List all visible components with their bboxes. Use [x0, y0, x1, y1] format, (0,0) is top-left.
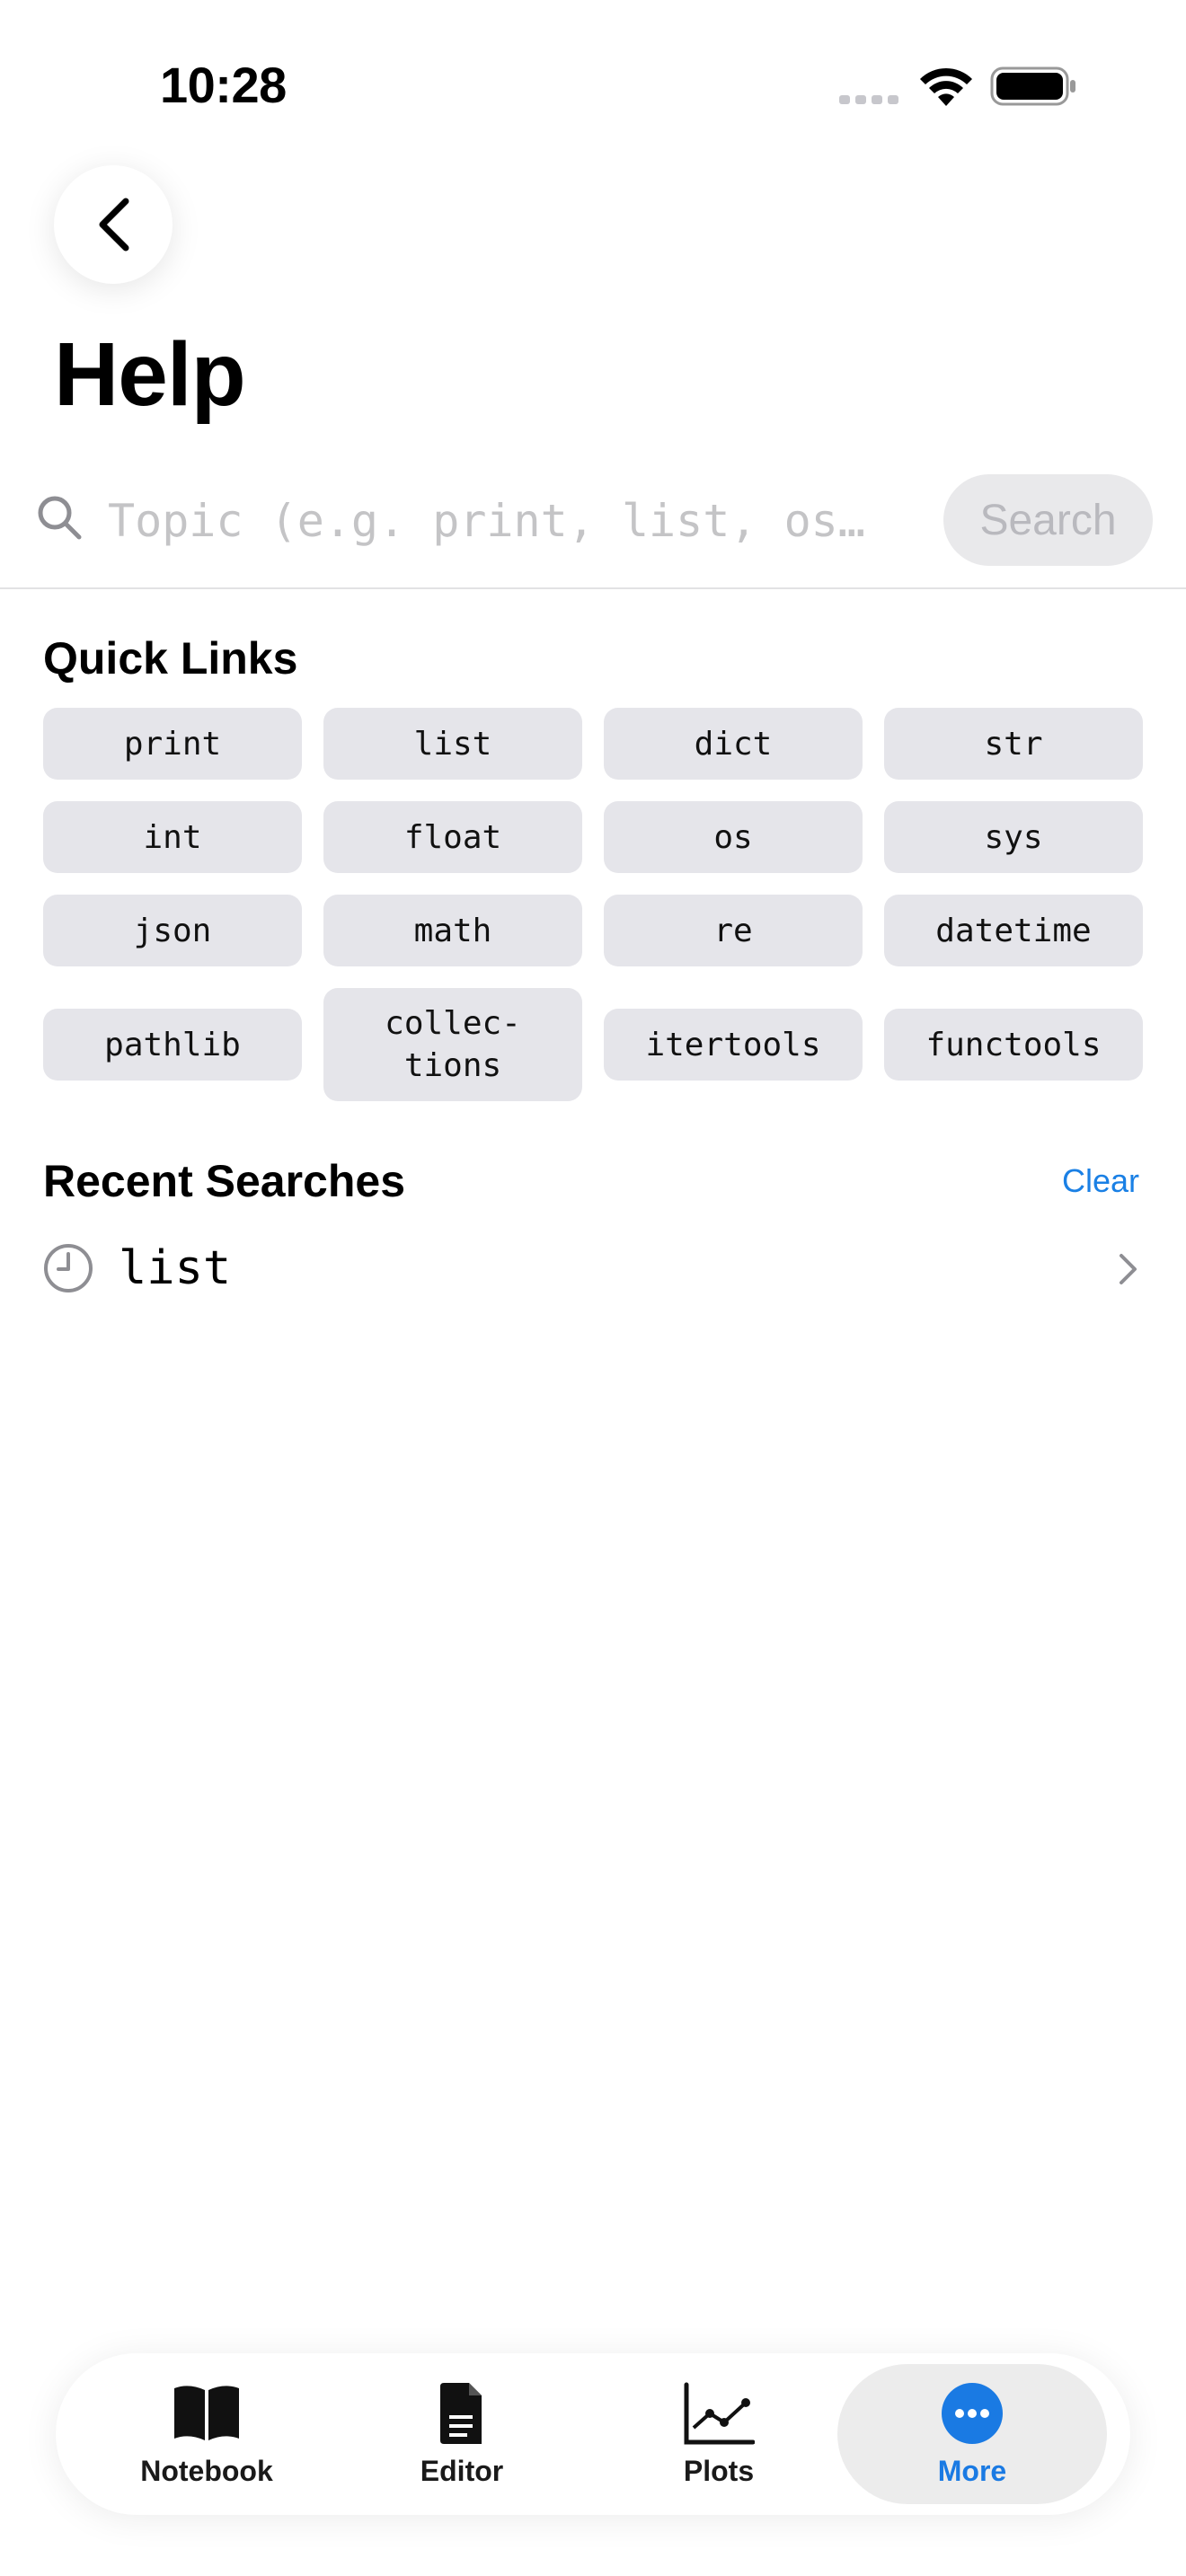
- tab-editor[interactable]: Editor: [327, 2353, 597, 2515]
- recent-search-item[interactable]: list: [43, 1236, 1145, 1301]
- quick-link-os[interactable]: os: [604, 801, 863, 873]
- battery-icon: [990, 66, 1075, 106]
- back-button[interactable]: [54, 165, 173, 284]
- quick-link-datetime[interactable]: datetime: [884, 895, 1143, 966]
- quick-links-grid: print list dict str int float os sys jso…: [43, 708, 1143, 1101]
- chevron-left-icon: [99, 198, 129, 251]
- search-input[interactable]: [108, 485, 907, 557]
- search-button[interactable]: Search: [943, 474, 1153, 566]
- quick-link-sys[interactable]: sys: [884, 801, 1143, 873]
- quick-link-int[interactable]: int: [43, 801, 302, 873]
- more-icon: [942, 2382, 1003, 2444]
- quick-link-itertools[interactable]: itertools: [604, 1009, 863, 1081]
- status-time: 10:28: [160, 57, 287, 113]
- clock-icon: [44, 1244, 93, 1292]
- book-icon: [174, 2385, 239, 2440]
- recent-search-label: list: [119, 1241, 232, 1295]
- quick-link-json[interactable]: json: [43, 895, 302, 966]
- quick-link-print[interactable]: print: [43, 708, 302, 780]
- tab-bar: Notebook Editor Plots More: [56, 2353, 1130, 2515]
- tab-notebook[interactable]: Notebook: [72, 2353, 341, 2515]
- quick-links-heading: Quick Links: [43, 633, 298, 684]
- tab-more[interactable]: More: [837, 2364, 1107, 2504]
- search-icon: [38, 496, 82, 540]
- wifi-icon: [920, 67, 972, 106]
- tab-label: Notebook: [140, 2454, 273, 2487]
- tab-label: Editor: [420, 2454, 504, 2487]
- quick-link-list[interactable]: list: [323, 708, 582, 780]
- tab-plots[interactable]: Plots: [584, 2353, 854, 2515]
- recent-searches-heading: Recent Searches: [43, 1156, 406, 1206]
- quick-link-re[interactable]: re: [604, 895, 863, 966]
- quick-link-str[interactable]: str: [884, 708, 1143, 780]
- chart-icon: [684, 2382, 755, 2444]
- document-icon: [440, 2382, 482, 2444]
- quick-link-math[interactable]: math: [323, 895, 582, 966]
- chevron-right-icon: [1120, 1254, 1137, 1284]
- clear-recent-button[interactable]: Clear: [1062, 1162, 1139, 1200]
- quick-link-dict[interactable]: dict: [604, 708, 863, 780]
- quick-link-float[interactable]: float: [323, 801, 582, 873]
- quick-link-collections[interactable]: collec- tions: [323, 988, 582, 1101]
- page-title: Help: [54, 324, 246, 425]
- tab-label: More: [937, 2454, 1007, 2487]
- divider: [0, 587, 1186, 589]
- quick-link-functools[interactable]: functools: [884, 1009, 1143, 1081]
- cellular-signal-icon: [839, 95, 898, 104]
- quick-link-pathlib[interactable]: pathlib: [43, 1009, 302, 1081]
- tab-label: Plots: [683, 2454, 755, 2487]
